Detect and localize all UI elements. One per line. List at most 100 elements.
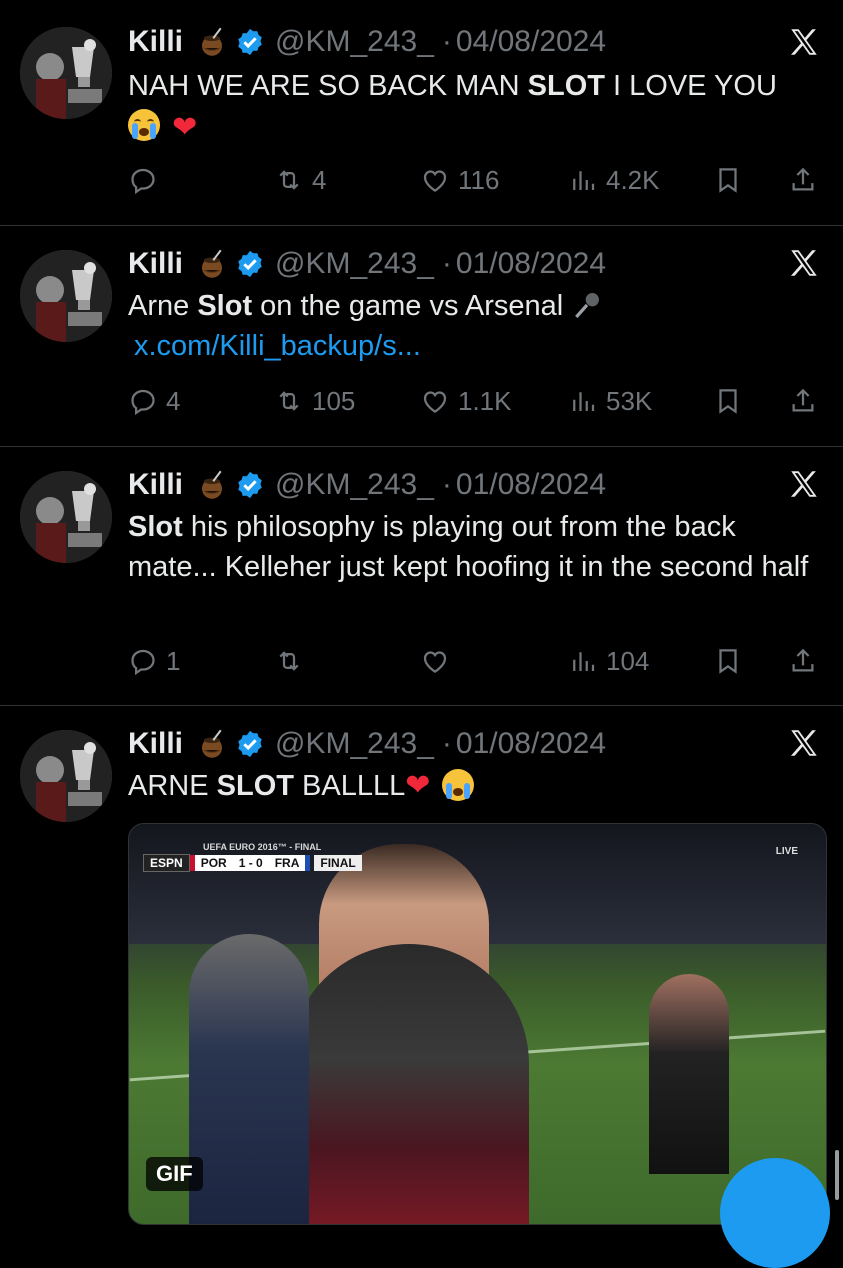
- x-logo-icon: [787, 25, 821, 59]
- compose-button[interactable]: [720, 1158, 830, 1268]
- reply-count: 4: [166, 385, 181, 416]
- separator: ·: [441, 25, 452, 58]
- x-logo-icon: [787, 467, 821, 501]
- separator: ·: [441, 727, 452, 760]
- like-count: 1.1K: [458, 385, 512, 416]
- like-button[interactable]: 116: [420, 160, 499, 200]
- text-part: ARNE: [128, 770, 217, 802]
- tweet[interactable]: Killi @KM_243_ · 04/08/2024 NAH WE ARE S…: [0, 0, 843, 225]
- verified-badge-icon[interactable]: [235, 470, 265, 500]
- share-icon: [788, 646, 818, 676]
- reply-button[interactable]: [128, 160, 166, 200]
- match-status: FINAL: [314, 855, 362, 871]
- microphone-emoji-icon: [571, 289, 603, 321]
- views-button[interactable]: 104: [568, 641, 649, 681]
- bookmark-button[interactable]: [713, 160, 751, 200]
- heart-icon: [420, 646, 450, 676]
- heart-icon: [420, 165, 450, 195]
- tweet-header: Killi @KM_243_ · 01/08/2024: [128, 244, 606, 284]
- mate-emoji-icon: [197, 27, 227, 57]
- live-indicator: LIVE: [775, 846, 798, 857]
- bookmark-button[interactable]: [713, 641, 751, 681]
- retweet-button[interactable]: [274, 641, 312, 681]
- text-part: BALLLL: [293, 770, 406, 802]
- verified-badge-icon[interactable]: [235, 249, 265, 279]
- handle[interactable]: @KM_243_: [275, 727, 434, 761]
- mate-emoji-icon: [197, 729, 227, 759]
- handle[interactable]: @KM_243_: [275, 247, 434, 281]
- red-heart-emoji-icon: ❤: [172, 111, 198, 144]
- retweet-icon: [274, 386, 304, 416]
- mate-emoji-icon: [197, 249, 227, 279]
- verified-badge-icon[interactable]: [235, 27, 265, 57]
- tweet-header: Killi @KM_243_ · 04/08/2024: [128, 22, 606, 62]
- timestamp[interactable]: 01/08/2024: [456, 247, 606, 281]
- gif-media[interactable]: UEFA EURO 2016™ - FINAL ESPN POR 1 - 0 F…: [128, 823, 827, 1225]
- avatar[interactable]: [20, 27, 112, 119]
- tweet-text: NAH WE ARE SO BACK MAN SLOT I LOVE YOU ❤: [128, 66, 818, 148]
- bookmark-icon: [713, 165, 743, 195]
- timestamp[interactable]: 01/08/2024: [456, 727, 606, 761]
- views-button[interactable]: 4.2K: [568, 160, 660, 200]
- bookmark-button[interactable]: [713, 381, 751, 421]
- display-name[interactable]: Killi: [128, 247, 183, 281]
- avatar[interactable]: [20, 250, 112, 342]
- share-button[interactable]: [788, 381, 826, 421]
- score: 1 - 0: [232, 855, 269, 871]
- x-logo-icon: [787, 246, 821, 280]
- scoreboard-title: UEFA EURO 2016™ - FINAL: [203, 842, 322, 852]
- tweet-header: Killi @KM_243_ · 01/08/2024: [128, 724, 606, 764]
- retweet-button[interactable]: 4: [274, 160, 326, 200]
- home-team: POR: [189, 855, 233, 871]
- display-name[interactable]: Killi: [128, 25, 183, 59]
- separator: ·: [441, 247, 452, 280]
- handle[interactable]: @KM_243_: [275, 25, 434, 59]
- bookmark-icon: [713, 646, 743, 676]
- timestamp[interactable]: 01/08/2024: [456, 468, 606, 502]
- mate-emoji-icon: [197, 470, 227, 500]
- text-part: I LOVE YOU: [604, 70, 777, 102]
- display-name[interactable]: Killi: [128, 468, 183, 502]
- person-figure: [649, 974, 729, 1174]
- display-name[interactable]: Killi: [128, 727, 183, 761]
- timestamp[interactable]: 04/08/2024: [456, 25, 606, 59]
- text-bold: SLOT: [527, 70, 605, 102]
- heart-icon: [420, 386, 450, 416]
- share-button[interactable]: [788, 641, 826, 681]
- avatar[interactable]: [20, 730, 112, 822]
- scrollbar[interactable]: [835, 1150, 839, 1200]
- tweet-link[interactable]: x.com/Killi_backup/s...: [134, 330, 421, 362]
- reply-button[interactable]: 4: [128, 381, 180, 421]
- text-bold: Slot: [197, 290, 253, 322]
- view-count: 104: [606, 645, 650, 676]
- text-part: on the game vs Arsenal: [252, 290, 572, 322]
- views-icon: [568, 165, 598, 195]
- retweet-count: 105: [312, 385, 356, 416]
- text-bold: SLOT: [216, 770, 294, 802]
- reply-button[interactable]: 1: [128, 641, 180, 681]
- tweet[interactable]: Killi @KM_243_ · 01/08/2024 Slot his phi…: [0, 447, 843, 705]
- red-heart-emoji-icon: ❤: [405, 769, 431, 802]
- tweet-text: Arne Slot on the game vs Arsenal x.com/K…: [128, 286, 818, 366]
- share-icon: [788, 165, 818, 195]
- tweet[interactable]: Killi @KM_243_ · 01/08/2024 Arne Slot on…: [0, 226, 843, 446]
- like-button[interactable]: [420, 641, 458, 681]
- retweet-count: 4: [312, 164, 327, 195]
- reply-count: 1: [166, 645, 181, 676]
- like-button[interactable]: 1.1K: [420, 381, 512, 421]
- tweet-text: Slot his philosophy is playing out from …: [128, 507, 818, 587]
- view-count: 53K: [606, 385, 653, 416]
- tweet-text: ARNE SLOT BALLLL❤: [128, 766, 818, 806]
- handle[interactable]: @KM_243_: [275, 468, 434, 502]
- views-button[interactable]: 53K: [568, 381, 652, 421]
- retweet-icon: [274, 165, 304, 195]
- text-part: his philosophy is playing out from the b…: [128, 511, 809, 583]
- avatar[interactable]: [20, 471, 112, 563]
- like-count: 116: [458, 164, 500, 195]
- share-button[interactable]: [788, 160, 826, 200]
- action-bar: 4 105 1.1K 53K: [128, 381, 828, 421]
- retweet-button[interactable]: 105: [274, 381, 355, 421]
- text-bold: Slot: [128, 511, 183, 543]
- views-icon: [568, 386, 598, 416]
- verified-badge-icon[interactable]: [235, 729, 265, 759]
